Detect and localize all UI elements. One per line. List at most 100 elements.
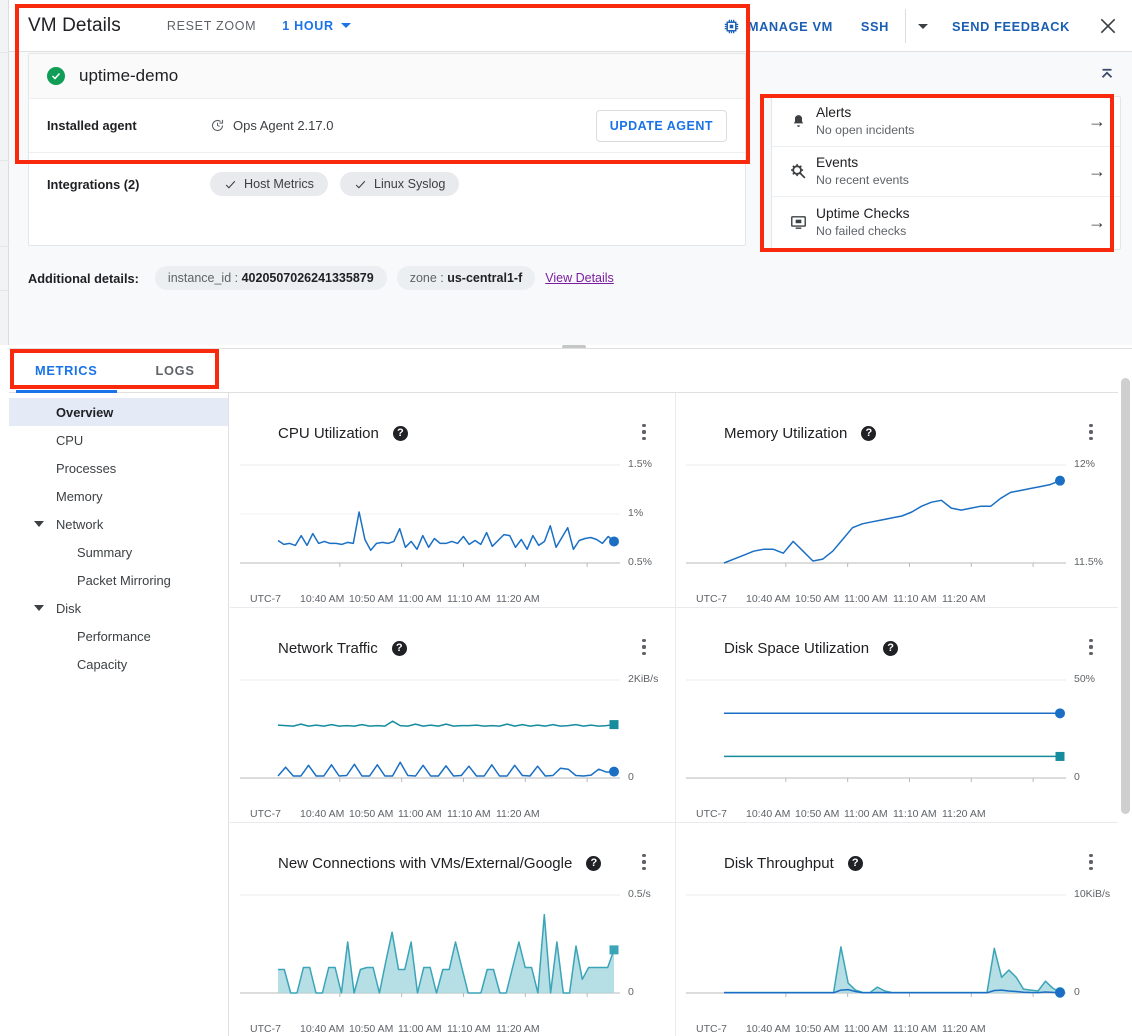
detail-chip-zone: zone : us-central1-f	[397, 266, 536, 290]
y-axis-tick-label: 12%	[1074, 458, 1095, 470]
chart-header: New Connections with VMs/External/Google…	[230, 823, 675, 872]
help-icon[interactable]: ?	[392, 641, 407, 656]
y-axis-tick-label: 11.5%	[1074, 556, 1103, 568]
series-end-marker	[609, 767, 619, 777]
vertical-scrollbar[interactable]	[1118, 378, 1132, 1036]
status-item-events[interactable]: Events No recent events →	[772, 147, 1120, 197]
series-end-marker	[610, 945, 619, 954]
chevron-down-icon	[918, 24, 928, 29]
chart-row: CPU Utilization? 0.5%1%1.5%UTC-710:40 AM1…	[230, 393, 1122, 608]
plot-area[interactable]: 02KiB/sUTC-710:40 AM10:50 AM11:00 AM11:1…	[230, 666, 676, 806]
help-icon[interactable]: ?	[393, 426, 408, 441]
sidebar-item-capacity[interactable]: Capacity	[9, 650, 228, 678]
collapse-panel-button[interactable]	[1094, 62, 1120, 88]
status-title: Uptime Checks	[816, 206, 910, 222]
vm-name: uptime-demo	[79, 66, 178, 86]
chart-more-options-icon[interactable]	[1080, 421, 1102, 443]
chart-more-options-icon[interactable]	[633, 636, 655, 658]
sidebar-item-overview[interactable]: Overview	[9, 398, 228, 426]
update-agent-button[interactable]: UPDATE AGENT	[596, 110, 727, 142]
y-axis-tick-label: 2KiB/s	[628, 673, 658, 685]
x-axis-tick-label: 10:50 AM	[349, 808, 393, 820]
x-axis-tick-label: 10:50 AM	[795, 808, 839, 820]
chart-row: New Connections with VMs/External/Google…	[230, 823, 1122, 1036]
detail-key: instance_id	[168, 271, 231, 285]
chart-card-memory-utilization: Memory Utilization?11.5%12%UTC-710:40 AM…	[676, 393, 1122, 607]
close-icon	[1098, 16, 1118, 36]
y-axis-tick-label: 0.5/s	[628, 888, 651, 900]
chart-more-options-icon[interactable]	[633, 421, 655, 443]
status-item-alerts[interactable]: Alerts No open incidents →	[772, 97, 1120, 147]
sidebar-item-label: Processes	[56, 461, 116, 476]
x-axis-tick-label: 11:00 AM	[844, 1023, 888, 1035]
chart-row: Network Traffic?02KiB/sUTC-710:40 AM10:5…	[230, 608, 1122, 823]
background-page-sliver	[0, 0, 9, 345]
status-summary-card: Alerts No open incidents →	[771, 96, 1121, 250]
agent-name: Ops Agent 2.17.0	[233, 118, 333, 133]
sidebar-item-label: CPU	[56, 433, 83, 448]
send-feedback-button[interactable]: SEND FEEDBACK	[938, 0, 1084, 52]
help-icon[interactable]: ?	[848, 856, 863, 871]
help-icon[interactable]: ?	[861, 426, 876, 441]
chevron-down-icon[interactable]	[34, 605, 44, 611]
plot-disk-space-utilization	[676, 666, 1122, 806]
scrollbar-thumb[interactable]	[1121, 378, 1130, 814]
manage-vm-button[interactable]: MANAGE VM	[709, 0, 847, 52]
sidebar-item-disk[interactable]: Disk	[9, 594, 228, 622]
sidebar-item-cpu[interactable]: CPU	[9, 426, 228, 454]
series-end-marker	[610, 720, 619, 729]
x-axis-tick-label: 11:10 AM	[447, 1023, 491, 1035]
plot-area[interactable]: 00.5/sUTC-710:40 AM10:50 AM11:00 AM11:10…	[230, 881, 676, 1021]
sidebar-item-network[interactable]: Network	[9, 510, 228, 538]
sidebar-item-summary[interactable]: Summary	[9, 538, 228, 566]
chart-card-cpu-utilization: CPU Utilization? 0.5%1%1.5%UTC-710:40 AM1…	[230, 393, 676, 607]
plot-area[interactable]: 11.5%12%UTC-710:40 AM10:50 AM11:00 AM11:…	[676, 451, 1122, 591]
chart-more-options-icon[interactable]	[1080, 636, 1102, 658]
help-icon[interactable]: ?	[883, 641, 898, 656]
plot-new-connections	[230, 881, 676, 1021]
chart-title: Memory Utilization	[724, 425, 847, 442]
ssh-button[interactable]: SSH	[847, 0, 903, 52]
sidebar-item-performance[interactable]: Performance	[9, 622, 228, 650]
series-end-marker	[609, 536, 619, 546]
tab-metrics[interactable]: METRICS	[31, 349, 102, 393]
sidebar-item-processes[interactable]: Processes	[9, 454, 228, 482]
status-subtitle: No open incidents	[816, 123, 914, 138]
chart-header: Disk Space Utilization?	[676, 608, 1122, 657]
x-axis-tick-label: 11:10 AM	[447, 593, 491, 605]
view-details-link[interactable]: View Details	[545, 271, 614, 285]
reset-zoom-button[interactable]: RESET ZOOM	[167, 19, 256, 33]
ssh-label: SSH	[861, 19, 889, 34]
plot-area[interactable]: 050%UTC-710:40 AM10:50 AM11:00 AM11:10 A…	[676, 666, 1122, 806]
close-button[interactable]	[1084, 0, 1132, 52]
help-icon[interactable]: ?	[586, 856, 601, 871]
status-item-uptime-checks[interactable]: Uptime Checks No failed checks →	[772, 197, 1120, 247]
chart-more-options-icon[interactable]	[633, 851, 655, 873]
plot-area[interactable]: 010KiB/sUTC-710:40 AM10:50 AM11:00 AM11:…	[676, 881, 1122, 1021]
y-axis-tick-label: 0	[1074, 986, 1080, 998]
integration-chip[interactable]: Linux Syslog	[340, 172, 459, 196]
series-line	[278, 762, 614, 776]
monitor-check-icon	[790, 214, 816, 231]
x-axis-tick-label: 11:20 AM	[942, 808, 986, 820]
additional-details-label: Additional details:	[28, 271, 139, 286]
x-axis-tick-label: UTC-7	[250, 1023, 281, 1035]
plot-area[interactable]: 0.5%1%1.5%UTC-710:40 AM10:50 AM11:00 AM1…	[230, 451, 676, 591]
integration-chip[interactable]: Host Metrics	[210, 172, 328, 196]
chevron-down-icon[interactable]	[34, 521, 44, 527]
chart-header: Disk Throughput?	[676, 823, 1122, 872]
time-range-selector[interactable]: 1 HOUR	[282, 19, 350, 33]
tab-logs[interactable]: LOGS	[152, 349, 199, 393]
ssh-dropdown-button[interactable]	[908, 0, 938, 52]
series-end-marker	[1055, 708, 1065, 718]
chart-more-options-icon[interactable]	[1080, 851, 1102, 873]
sidebar-item-label: Performance	[77, 629, 151, 644]
status-title: Events	[816, 155, 909, 171]
x-axis-tick-label: UTC-7	[250, 593, 281, 605]
sidebar-item-memory[interactable]: Memory	[9, 482, 228, 510]
detail-key: zone	[410, 271, 437, 285]
x-axis-tick-label: UTC-7	[696, 593, 727, 605]
sidebar-item-packet-mirroring[interactable]: Packet Mirroring	[9, 566, 228, 594]
series-line	[278, 721, 614, 726]
chart-header: CPU Utilization?	[230, 393, 675, 442]
